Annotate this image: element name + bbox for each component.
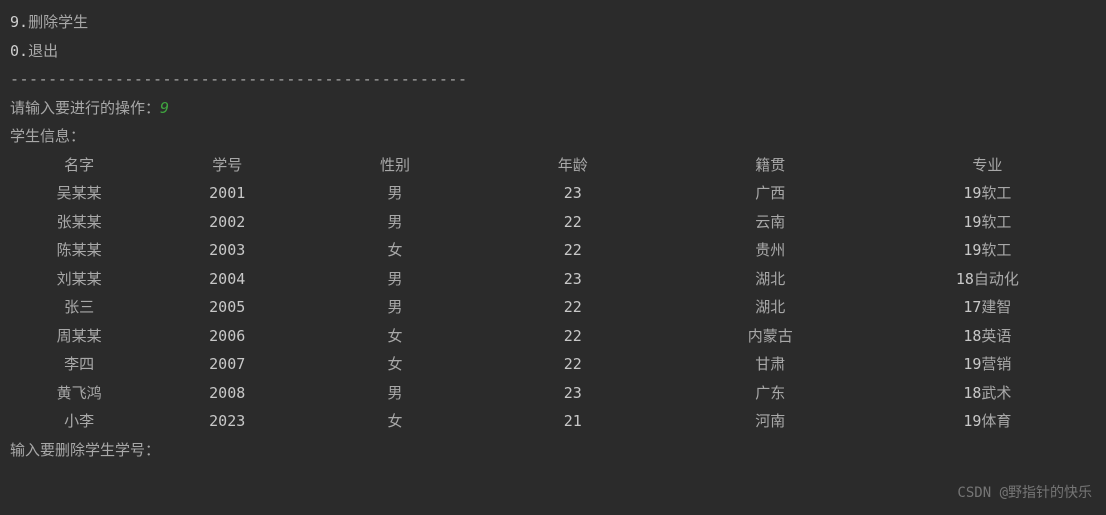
table-row: 张某某2002男22云南19软工 xyxy=(10,208,1096,237)
cell-major: 19软工 xyxy=(879,179,1096,208)
cell-id: 2003 xyxy=(148,236,306,265)
cell-major: 19营销 xyxy=(879,350,1096,379)
cell-gender: 女 xyxy=(306,350,484,379)
col-header-age: 年龄 xyxy=(484,151,662,180)
table-row: 吴某某2001男23广西19软工 xyxy=(10,179,1096,208)
col-header-name: 名字 xyxy=(10,151,148,180)
cell-major: 19软工 xyxy=(879,208,1096,237)
cell-id: 2001 xyxy=(148,179,306,208)
cell-id: 2023 xyxy=(148,407,306,436)
cell-major: 19软工 xyxy=(879,236,1096,265)
menu-item-exit: 0.退出 xyxy=(10,37,1096,66)
cell-gender: 男 xyxy=(306,179,484,208)
operation-prompt-line: 请输入要进行的操作：9 xyxy=(10,94,1096,123)
col-header-gender: 性别 xyxy=(306,151,484,180)
cell-major: 17建智 xyxy=(879,293,1096,322)
cell-gender: 女 xyxy=(306,236,484,265)
cell-origin: 广西 xyxy=(662,179,879,208)
cell-name: 吴某某 xyxy=(10,179,148,208)
divider-line: ----------------------------------------… xyxy=(10,65,1096,94)
cell-origin: 河南 xyxy=(662,407,879,436)
menu-num-0: 0. xyxy=(10,42,28,60)
table-row: 陈某某2003女22贵州19软工 xyxy=(10,236,1096,265)
col-header-major: 专业 xyxy=(879,151,1096,180)
cell-id: 2002 xyxy=(148,208,306,237)
cell-name: 小李 xyxy=(10,407,148,436)
cell-gender: 男 xyxy=(306,293,484,322)
cell-major: 18自动化 xyxy=(879,265,1096,294)
cell-name: 李四 xyxy=(10,350,148,379)
menu-label-delete: 删除学生 xyxy=(28,13,88,31)
menu-num-9: 9. xyxy=(10,13,28,31)
table-row: 小李2023女21河南19体育 xyxy=(10,407,1096,436)
menu-label-exit: 退出 xyxy=(28,42,58,60)
cell-age: 22 xyxy=(484,236,662,265)
cell-origin: 云南 xyxy=(662,208,879,237)
cell-id: 2004 xyxy=(148,265,306,294)
cell-age: 23 xyxy=(484,379,662,408)
student-info-header: 学生信息： xyxy=(10,122,1096,151)
cell-gender: 女 xyxy=(306,322,484,351)
cell-name: 张三 xyxy=(10,293,148,322)
delete-prompt-label: 输入要删除学生学号： xyxy=(10,436,160,465)
cell-age: 23 xyxy=(484,265,662,294)
cell-name: 周某某 xyxy=(10,322,148,351)
cell-name: 黄飞鸿 xyxy=(10,379,148,408)
cell-age: 22 xyxy=(484,322,662,351)
table-row: 李四2007女22甘肃19营销 xyxy=(10,350,1096,379)
delete-prompt-line: 输入要删除学生学号： xyxy=(10,436,1096,465)
cell-gender: 男 xyxy=(306,265,484,294)
operation-input-value[interactable]: 9 xyxy=(160,94,169,123)
cell-age: 21 xyxy=(484,407,662,436)
cell-name: 陈某某 xyxy=(10,236,148,265)
cell-age: 22 xyxy=(484,208,662,237)
table-header-row: 名字 学号 性别 年龄 籍贯 专业 xyxy=(10,151,1096,180)
cell-gender: 男 xyxy=(306,208,484,237)
cell-age: 22 xyxy=(484,293,662,322)
cell-age: 22 xyxy=(484,350,662,379)
table-row: 黄飞鸿2008男23广东18武术 xyxy=(10,379,1096,408)
cell-age: 23 xyxy=(484,179,662,208)
cell-origin: 湖北 xyxy=(662,293,879,322)
cell-name: 刘某某 xyxy=(10,265,148,294)
cell-gender: 男 xyxy=(306,379,484,408)
cell-major: 18武术 xyxy=(879,379,1096,408)
cell-id: 2005 xyxy=(148,293,306,322)
cell-major: 18英语 xyxy=(879,322,1096,351)
col-header-id: 学号 xyxy=(148,151,306,180)
cell-id: 2006 xyxy=(148,322,306,351)
cell-origin: 甘肃 xyxy=(662,350,879,379)
cell-id: 2008 xyxy=(148,379,306,408)
operation-prompt-label: 请输入要进行的操作： xyxy=(10,94,160,123)
cell-origin: 贵州 xyxy=(662,236,879,265)
cell-origin: 湖北 xyxy=(662,265,879,294)
cell-major: 19体育 xyxy=(879,407,1096,436)
menu-item-delete: 9.删除学生 xyxy=(10,8,1096,37)
table-row: 张三2005男22湖北17建智 xyxy=(10,293,1096,322)
table-row: 周某某2006女22内蒙古18英语 xyxy=(10,322,1096,351)
col-header-origin: 籍贯 xyxy=(662,151,879,180)
cell-origin: 广东 xyxy=(662,379,879,408)
cell-id: 2007 xyxy=(148,350,306,379)
cell-name: 张某某 xyxy=(10,208,148,237)
watermark: CSDN @野指针的快乐 xyxy=(957,480,1092,507)
cell-gender: 女 xyxy=(306,407,484,436)
table-row: 刘某某2004男23湖北18自动化 xyxy=(10,265,1096,294)
cell-origin: 内蒙古 xyxy=(662,322,879,351)
